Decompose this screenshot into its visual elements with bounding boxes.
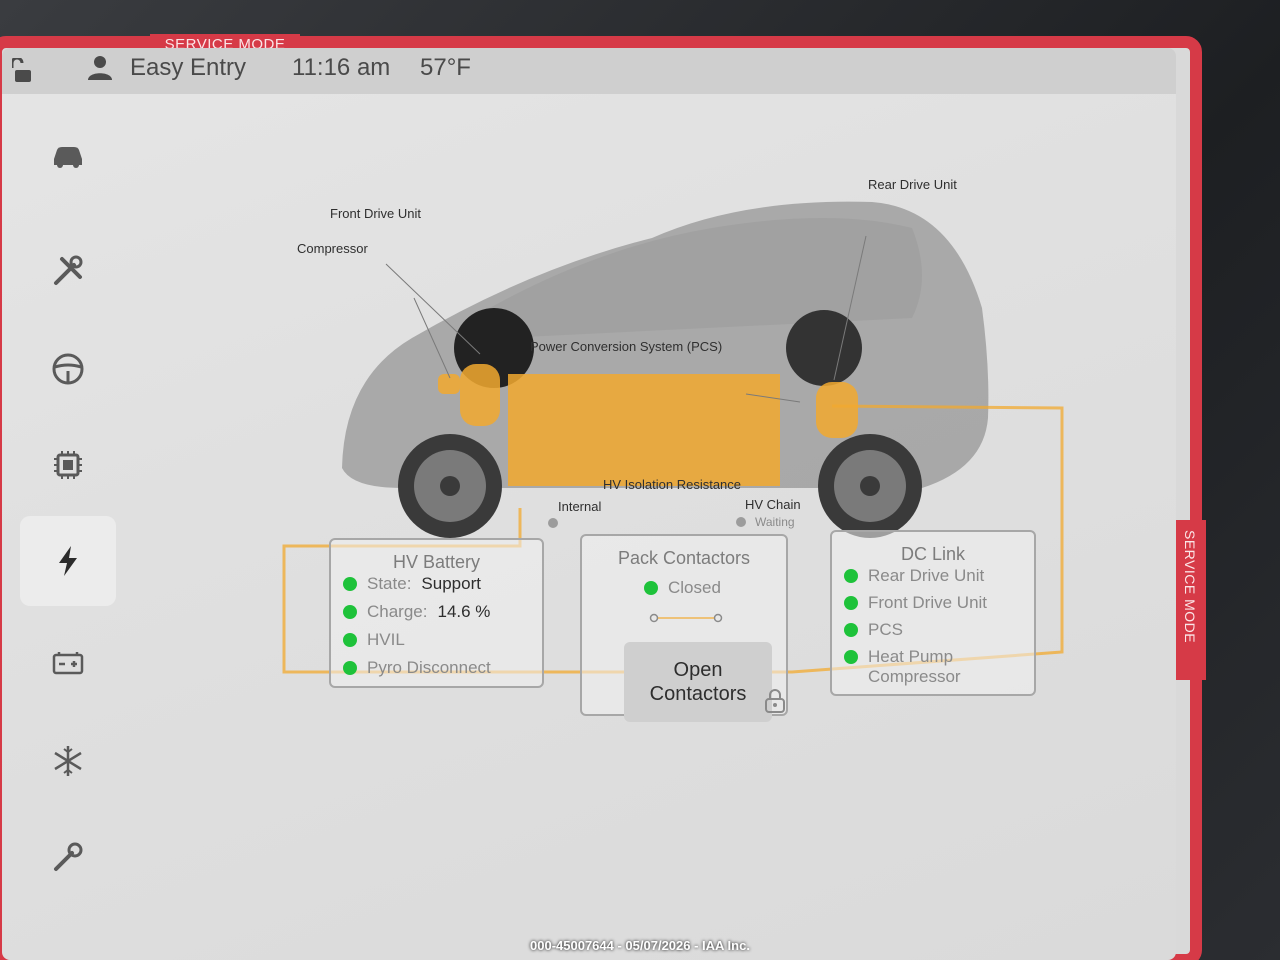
hv-battery-charge-value: 14.6 % (437, 602, 491, 621)
front-drive-unit (460, 364, 500, 426)
tools-icon (54, 255, 83, 285)
status-dot (343, 577, 357, 591)
steering-wheel-icon (52, 353, 84, 385)
hv-battery-charge-row: Charge: 14.6 % (343, 602, 490, 622)
lock-icon (765, 689, 785, 713)
dc-link-panel: DC Link Rear Drive Unit Front Drive Unit… (830, 530, 1036, 696)
sidebar-item-service[interactable] (20, 226, 116, 316)
status-dot (844, 623, 858, 637)
status-dot (844, 596, 858, 610)
hv-battery-title: HV Battery (392, 552, 481, 572)
hv-battery-charge-label: Charge: (367, 602, 428, 621)
hv-battery-hvil-row: HVIL (343, 630, 405, 650)
watermark: 000-45007644 - 05/07/2026 - IAA Inc. (530, 938, 750, 953)
isolation-internal-indicator (548, 518, 558, 528)
sidebar-item-vehicle[interactable] (20, 110, 116, 200)
dc-link-heat-pump-row: Heat Pump Compressor (844, 647, 961, 687)
hv-battery-pyro-row: Pyro Disconnect (343, 658, 491, 678)
sidebar-item-low-voltage[interactable] (20, 618, 116, 708)
hv-battery-state-row: State: Support (343, 574, 481, 594)
lightning-icon (59, 546, 77, 576)
status-dot (343, 633, 357, 647)
dc-link-heat-pump-text: Heat Pump Compressor (868, 647, 961, 687)
isolation-hv-chain-indicator (736, 517, 746, 527)
dc-link-title: DC Link (900, 544, 966, 564)
clock: 11:16 am (292, 54, 391, 81)
sidebar-item-thermal[interactable] (20, 716, 116, 806)
pack-contactors-status: Closed (668, 578, 721, 597)
status-bar: Easy Entry 11:16 am 57°F (2, 48, 1176, 94)
pack-contactors-title: Pack Contactors (617, 548, 751, 568)
dc-link-item: Rear Drive Unit (868, 566, 985, 585)
person-icon[interactable] (86, 54, 114, 82)
dc-link-item: Compressor (868, 667, 961, 686)
callout-front-drive-unit: Front Drive Unit (330, 206, 422, 221)
sidebar-item-high-voltage[interactable] (20, 516, 116, 606)
battery-pack (508, 374, 780, 486)
callout-rear-drive-unit: Rear Drive Unit (868, 177, 957, 192)
open-contactors-label-1: Open (673, 659, 723, 681)
contactor-symbol (649, 613, 723, 623)
hv-battery-panel: HV Battery State: Support Charge: 14.6 %… (329, 538, 544, 688)
dc-link-pcs-row: PCS (844, 620, 903, 640)
car-icon (54, 147, 82, 168)
hv-battery-hvil-label: HVIL (367, 630, 405, 649)
driver-profile[interactable]: Easy Entry (130, 54, 246, 82)
dc-link-item: Front Drive Unit (868, 593, 988, 612)
service-mode-label-side: SERVICE MODE (1182, 530, 1198, 644)
isolation-internal-label: Internal (558, 499, 602, 514)
sidebar-item-computer[interactable] (20, 420, 116, 510)
dc-link-item: Heat Pump (868, 647, 954, 666)
pack-contactors-status-row: Closed (644, 578, 721, 598)
chip-icon (54, 451, 82, 479)
callout-compressor: Compressor (297, 241, 368, 256)
sidebar-item-chassis[interactable] (20, 812, 116, 902)
isolation-resistance-title: HV Isolation Resistance (603, 477, 742, 492)
status-dot (343, 661, 357, 675)
open-contactors-label-2: Contactors (649, 683, 747, 705)
pack-contactors-panel: Pack Contactors Closed Open Contactors (580, 534, 788, 722)
status-dot (844, 569, 858, 583)
screen: Easy Entry 11:16 am 57°F Front Drive Uni… (2, 48, 1176, 960)
snowflake-icon (54, 746, 82, 776)
lock-open-icon[interactable] (12, 58, 38, 84)
wrench-icon (54, 842, 83, 871)
open-contactors-button[interactable]: Open Contactors (624, 642, 785, 722)
service-mode-side-tab: SERVICE MODE (1176, 520, 1206, 680)
battery-icon (52, 652, 84, 675)
callout-pcs: Power Conversion System (PCS) (530, 339, 723, 354)
rear-drive-unit (816, 382, 858, 438)
rear-motor-housing (786, 310, 862, 386)
hv-battery-pyro-label: Pyro Disconnect (367, 658, 491, 677)
hv-battery-state-value: Support (421, 574, 481, 593)
sidebar-item-driving[interactable] (20, 324, 116, 414)
status-dot (644, 581, 658, 595)
dc-link-rear-drive-row: Rear Drive Unit (844, 566, 984, 586)
dc-link-item: PCS (868, 620, 903, 639)
hv-battery-state-label: State: (367, 574, 412, 593)
status-dot (844, 650, 858, 664)
isolation-hv-chain-label: HV Chain (745, 497, 801, 512)
isolation-hv-chain-status: Waiting (755, 515, 795, 529)
compressor (438, 374, 460, 394)
status-dot (343, 605, 357, 619)
dc-link-front-drive-row: Front Drive Unit (844, 593, 987, 613)
outside-temperature: 57°F (420, 54, 471, 81)
